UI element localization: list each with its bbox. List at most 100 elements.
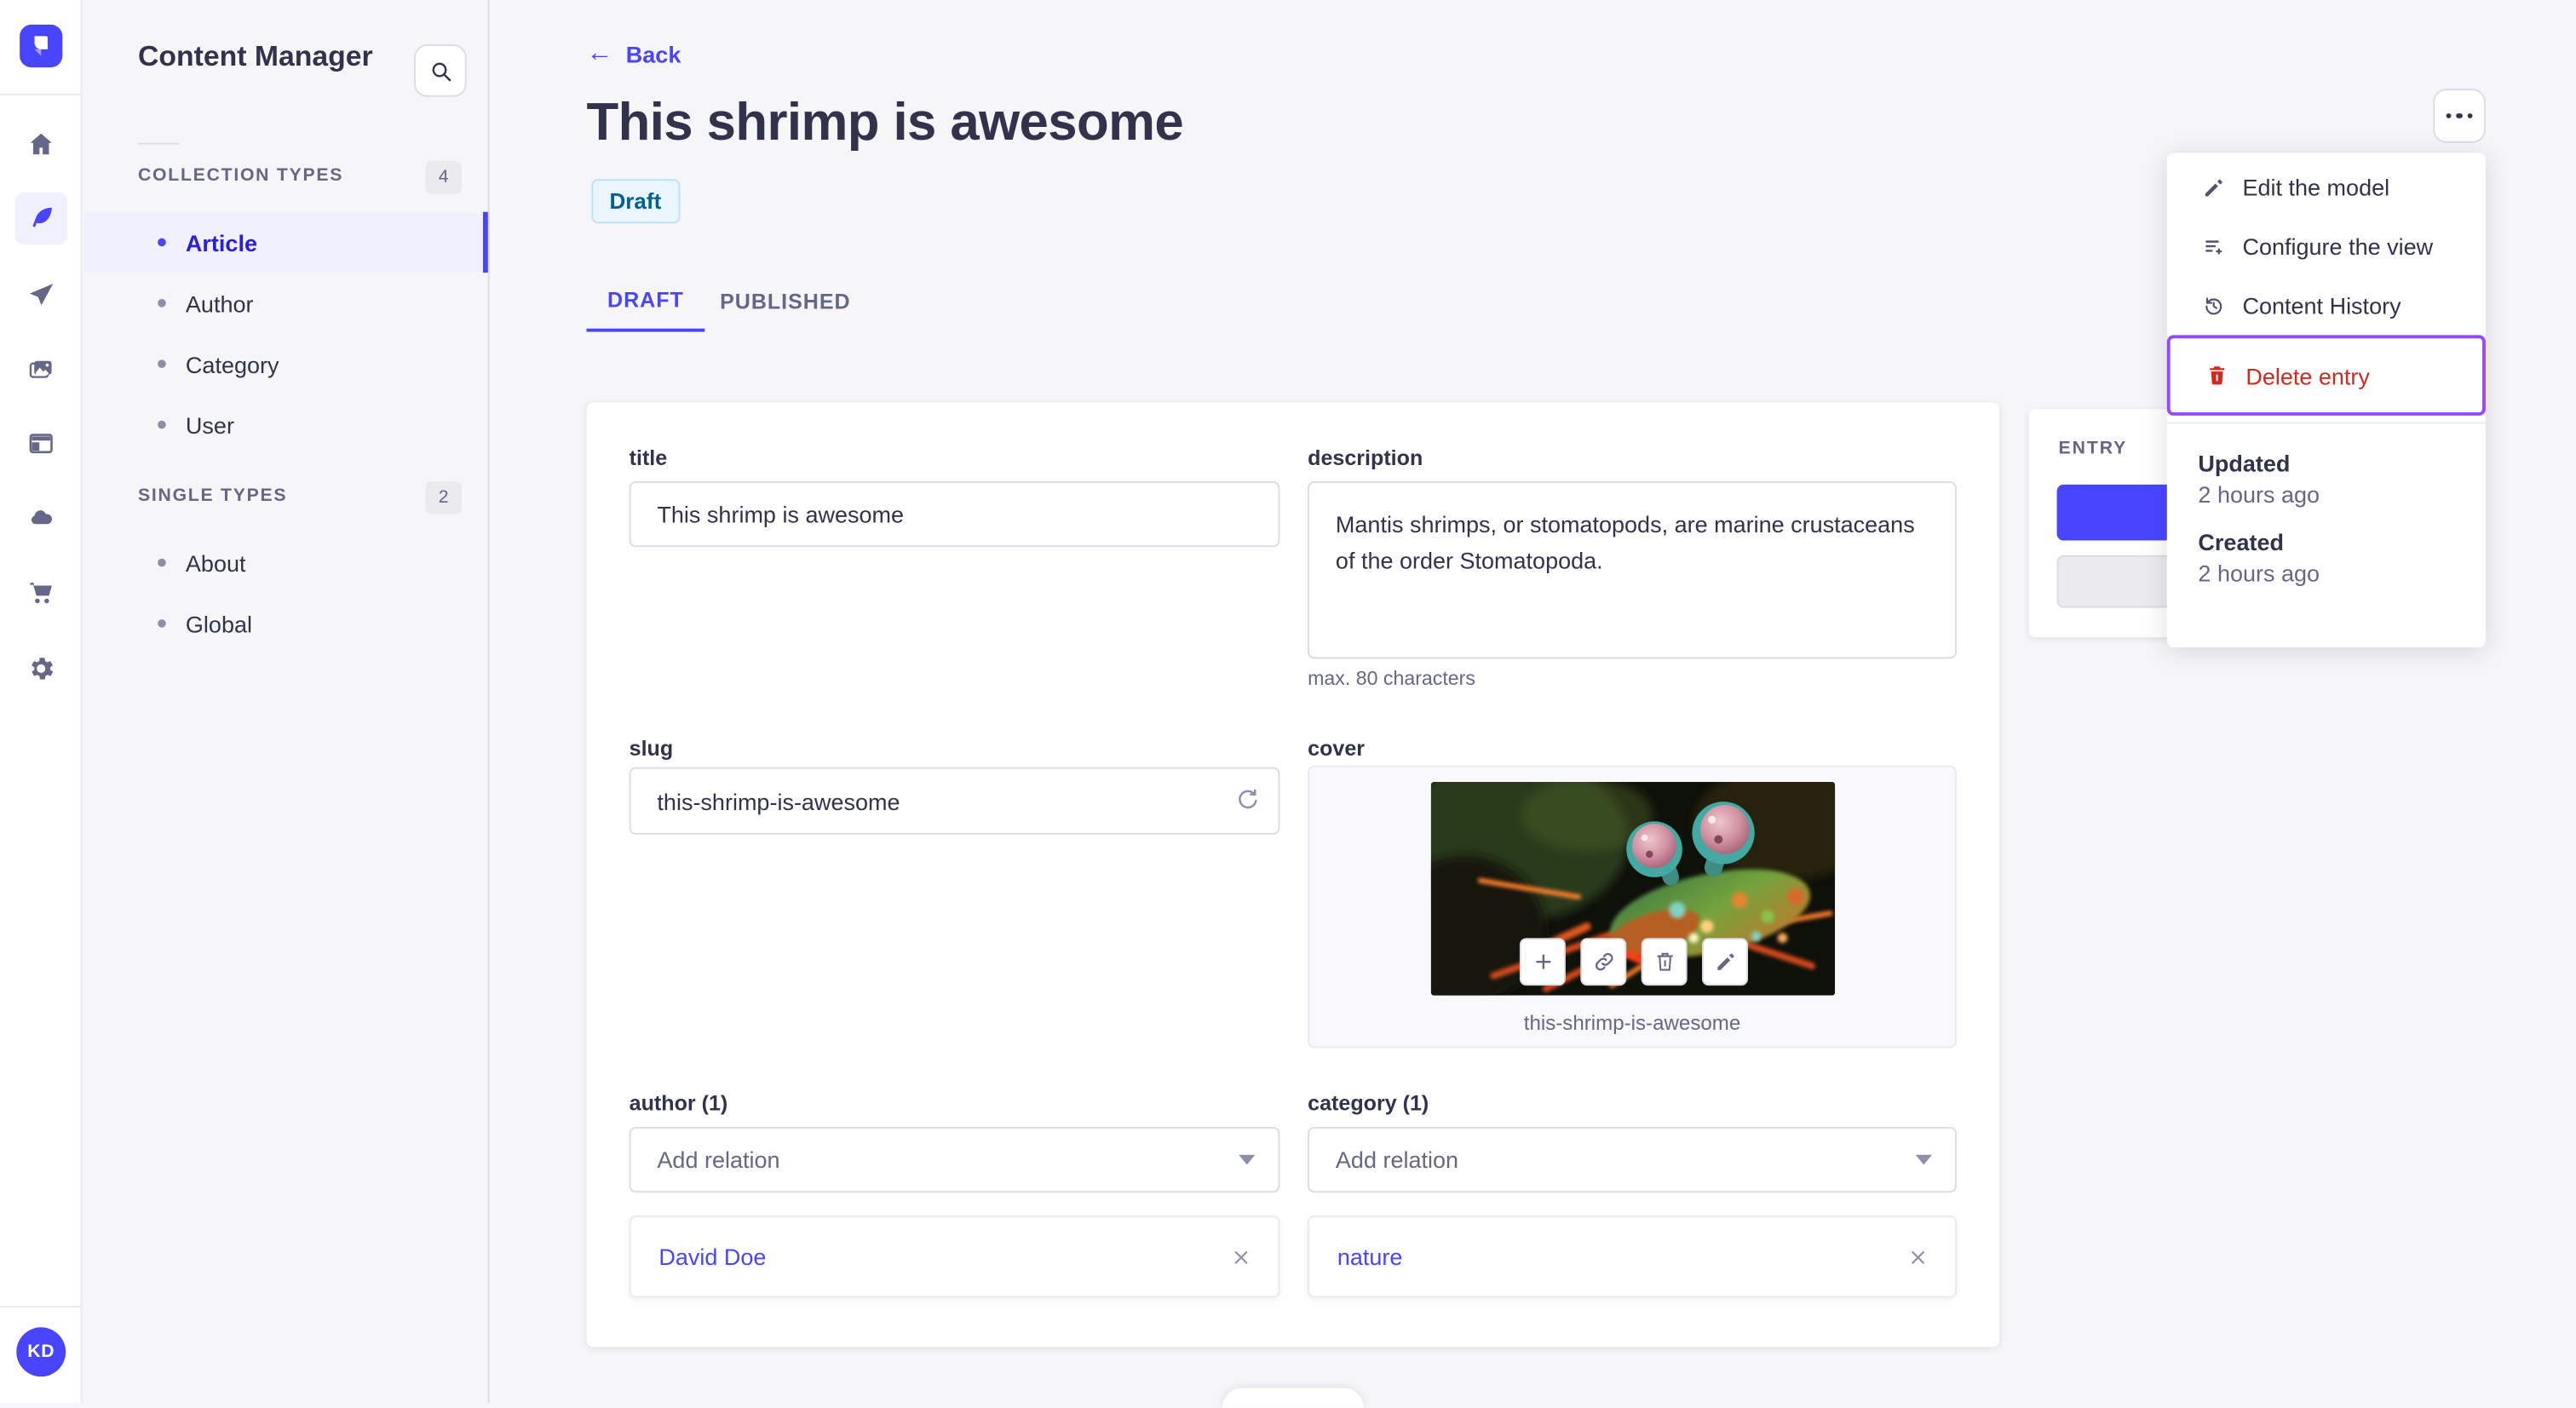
- bullet-icon: [158, 298, 166, 307]
- cover-media-card: this-shrimp-is-awesome: [1308, 765, 1957, 1049]
- strapi-logo[interactable]: [20, 24, 63, 68]
- pencil-icon: [1716, 953, 1734, 970]
- meta-value: 2 hours ago: [2198, 560, 2320, 587]
- divider: [137, 142, 180, 145]
- nav-settings-button[interactable]: [14, 642, 67, 695]
- chevron-down-icon: [1915, 1154, 1932, 1165]
- title-field-label: title: [629, 445, 668, 470]
- remove-relation-button[interactable]: [1902, 1242, 1932, 1272]
- remove-relation-button[interactable]: [1226, 1242, 1256, 1272]
- form-column-left: title slug author (1) Add relation: [629, 402, 1280, 1347]
- sidebar-item-user[interactable]: User: [83, 394, 487, 455]
- nav-home-button[interactable]: [14, 118, 67, 171]
- pencil-icon: [2199, 174, 2226, 200]
- back-arrow-icon: ←: [586, 39, 613, 68]
- menu-item-configure-the-view[interactable]: Configure the view: [2167, 217, 2486, 276]
- sidebar-item-category[interactable]: Category: [83, 333, 487, 394]
- sidebar-item-label: Article: [185, 229, 257, 256]
- slug-input[interactable]: [629, 767, 1280, 835]
- nav-media-library-button[interactable]: [14, 343, 67, 396]
- history-icon: [2199, 292, 2226, 319]
- menu-item-content-history[interactable]: Content History: [2167, 276, 2486, 335]
- status-badge: Draft: [591, 179, 680, 224]
- menu-item-edit-the-model[interactable]: Edit the model: [2167, 158, 2486, 216]
- regenerate-icon: [1239, 789, 1257, 809]
- feather-icon: [32, 207, 52, 227]
- collection-types-count-badge: 4: [425, 160, 462, 194]
- form-column-right: description Mantis shrimps, or stomatopo…: [1308, 402, 1957, 1347]
- gear-icon: [32, 658, 54, 680]
- menu-item-delete-entry[interactable]: Delete entry: [2166, 335, 2486, 416]
- ellipsis-icon: [2446, 112, 2452, 119]
- back-label: Back: [625, 41, 681, 68]
- ellipsis-icon: [2467, 112, 2473, 119]
- menu-item-label: Content History: [2242, 292, 2401, 319]
- add-media-button[interactable]: [1519, 938, 1566, 986]
- sidebar-item-article[interactable]: Article: [83, 211, 488, 273]
- collection-types-list: Article Author Category User: [83, 211, 488, 455]
- more-options-button[interactable]: [2433, 89, 2486, 143]
- entry-panel-title: ENTRY: [2058, 438, 2128, 459]
- author-add-relation-combobox[interactable]: Add relation: [629, 1126, 1280, 1193]
- bullet-icon: [158, 558, 166, 567]
- ellipsis-icon: [2456, 112, 2463, 119]
- menu-item-label: Configure the view: [2242, 233, 2434, 260]
- title-input[interactable]: [629, 481, 1280, 548]
- menu-item-label: Delete entry: [2245, 362, 2370, 389]
- home-icon: [30, 133, 52, 155]
- media-library-icon: [29, 360, 52, 378]
- group-label-collection-types: COLLECTION TYPES: [137, 165, 344, 186]
- chevron-down-icon: [1239, 1154, 1256, 1165]
- more-options-menu: Edit the model Configure the view Conten…: [2166, 152, 2486, 647]
- floating-widget[interactable]: [1222, 1388, 1364, 1408]
- avatar-initials: KD: [27, 1342, 55, 1362]
- sidebar-item-label: User: [185, 411, 234, 438]
- copy-link-button[interactable]: [1580, 938, 1627, 986]
- nav-layout-button[interactable]: [14, 417, 67, 470]
- bullet-icon: [158, 359, 166, 368]
- edit-media-button[interactable]: [1701, 938, 1748, 986]
- sidebar-item-label: Category: [185, 350, 279, 377]
- nav-releases-button[interactable]: [14, 269, 67, 322]
- delete-media-button[interactable]: [1641, 938, 1688, 986]
- meta-updated: Updated 2 hours ago: [2198, 450, 2454, 508]
- user-avatar[interactable]: KD: [16, 1327, 66, 1377]
- relation-link[interactable]: nature: [1337, 1244, 1902, 1270]
- entry-meta: Updated 2 hours ago Created 2 hours ago: [2167, 424, 2486, 587]
- description-field-label: description: [1308, 445, 1423, 470]
- description-textarea[interactable]: Mantis shrimps, or stomatopods, are mari…: [1308, 481, 1957, 659]
- tab-published[interactable]: PUBLISHED: [704, 269, 865, 331]
- relation-link[interactable]: David Doe: [658, 1244, 1225, 1270]
- menu-item-label: Edit the model: [2242, 174, 2390, 201]
- nav-deploy-button[interactable]: [14, 493, 67, 546]
- cover-caption: this-shrimp-is-awesome: [1523, 1011, 1741, 1035]
- sidebar-title: Content Manager: [137, 39, 373, 72]
- back-button[interactable]: ← Back: [586, 39, 681, 68]
- divider: [0, 93, 81, 95]
- tab-draft[interactable]: DRAFT: [586, 269, 705, 332]
- combobox-placeholder: Add relation: [657, 1147, 780, 1173]
- strapi-logo-icon: [34, 36, 48, 56]
- nav-marketplace-button[interactable]: [14, 566, 67, 619]
- sidebar-item-label: Global: [185, 610, 252, 637]
- page-title: This shrimp is awesome: [586, 91, 1184, 152]
- sidebar-item-author[interactable]: Author: [83, 273, 487, 333]
- paper-plane-icon: [29, 284, 54, 306]
- meta-label: Created: [2198, 528, 2284, 555]
- bullet-icon: [158, 420, 166, 429]
- sidebar-item-global[interactable]: Global: [83, 593, 487, 653]
- plus-icon: [1535, 954, 1550, 969]
- search-button[interactable]: [413, 44, 467, 97]
- app: KD Content Manager COLLECTION TYPES 4 Ar…: [0, 0, 2576, 1408]
- sidebar-item-about[interactable]: About: [83, 532, 487, 593]
- cart-icon: [30, 583, 52, 604]
- nav-content-manager-button[interactable]: [14, 192, 68, 245]
- category-add-relation-combobox[interactable]: Add relation: [1308, 1126, 1957, 1193]
- description-hint: max. 80 characters: [1308, 666, 1475, 690]
- close-icon: [1233, 1250, 1247, 1263]
- bullet-icon: [158, 238, 166, 247]
- regenerate-slug-button[interactable]: [1232, 785, 1263, 817]
- meta-value: 2 hours ago: [2198, 481, 2320, 508]
- trash-icon: [2203, 362, 2229, 388]
- category-relation-item: nature: [1308, 1215, 1957, 1298]
